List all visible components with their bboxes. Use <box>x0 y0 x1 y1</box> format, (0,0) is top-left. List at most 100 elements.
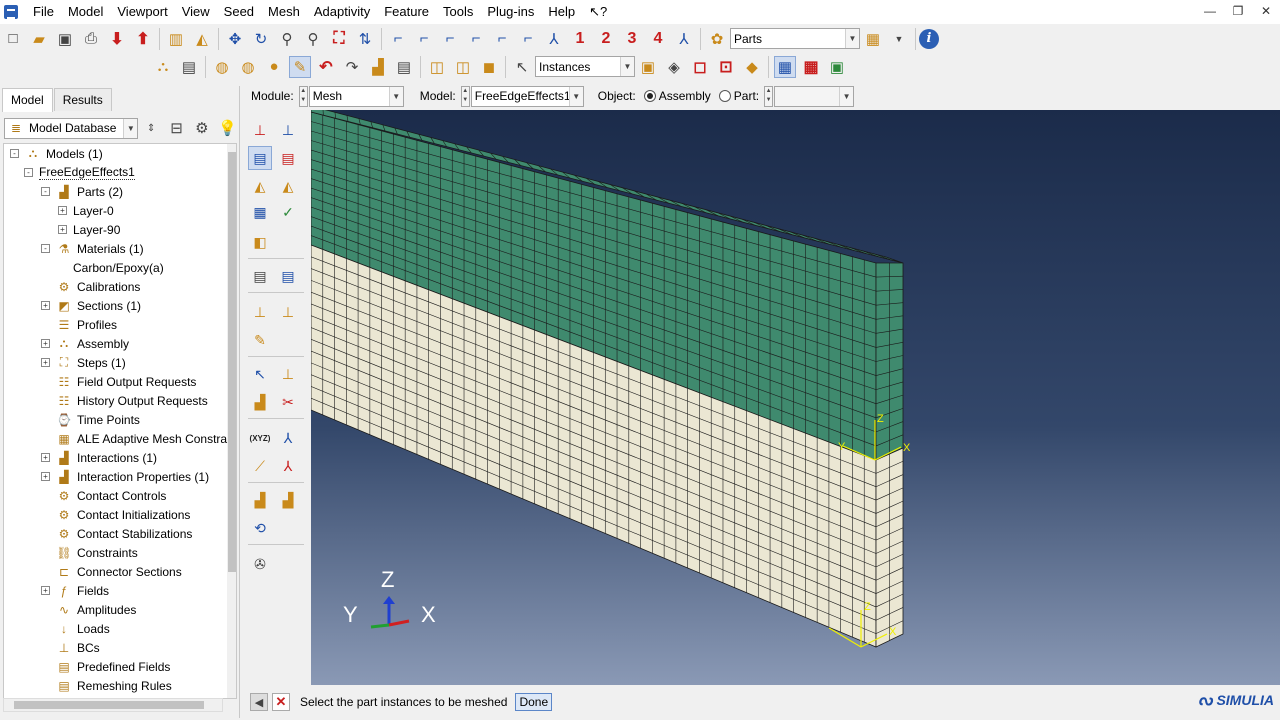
perspective-icon[interactable]: ◫ <box>426 56 448 78</box>
display-group-icon[interactable]: ▟ <box>367 56 389 78</box>
menu-file[interactable]: File <box>26 0 61 24</box>
mesh-controls-icon[interactable]: ◭ <box>248 174 272 198</box>
magnify-icon[interactable]: ⚲ <box>276 28 298 50</box>
menu-plugins[interactable]: Plug-ins <box>480 0 541 24</box>
tree-item[interactable]: + ▟ Interaction Properties (1) <box>41 467 209 486</box>
tree-item[interactable]: Carbon/Epoxy(a) <box>58 258 164 277</box>
tree-item[interactable]: - ▟ Parts (2) <box>41 182 123 201</box>
box-zoom-icon[interactable]: ⚲ <box>302 28 324 50</box>
verify-mesh-icon[interactable]: ▦ <box>248 200 272 224</box>
datum-csys-icon[interactable]: ⟋ <box>248 454 272 478</box>
menu-tools[interactable]: Tools <box>436 0 480 24</box>
create-mesh-part-icon[interactable]: ▟ <box>248 390 272 414</box>
tree-item[interactable]: - ⛬ Models (1) <box>10 144 103 163</box>
menu-feature[interactable]: Feature <box>377 0 436 24</box>
datum-axis-icon[interactable]: ⊥ <box>276 300 300 324</box>
menu-seed[interactable]: Seed <box>217 0 261 24</box>
tree-item[interactable]: ∿ Amplitudes <box>41 600 136 619</box>
highlight-icon[interactable]: ✎ <box>289 55 311 78</box>
tree-item[interactable]: ⚙ Calibrations <box>41 277 141 296</box>
solid-icon[interactable]: ◼ <box>478 56 500 78</box>
expand-icon[interactable]: + <box>41 301 50 310</box>
info-icon[interactable]: i <box>919 28 939 49</box>
tree-item[interactable]: + Layer-0 <box>58 201 114 220</box>
view-manager-icon[interactable]: ▤ <box>393 56 415 78</box>
collapse-icon[interactable]: - <box>10 149 19 158</box>
context-help-icon[interactable]: ↖? <box>582 0 614 24</box>
tree-item[interactable]: + ƒ Fields <box>41 581 109 600</box>
selection-arrow-icon[interactable]: ↖ <box>511 56 533 78</box>
print-icon[interactable]: ⎙ <box>80 28 102 50</box>
user-view-2-button[interactable]: 2 <box>595 28 617 50</box>
tools-icon[interactable]: ✇ <box>248 552 272 576</box>
lightbulb-icon[interactable]: 💡 <box>217 117 238 139</box>
expand-icon[interactable]: + <box>41 453 50 462</box>
collapse-icon[interactable]: - <box>41 187 50 196</box>
tab-results[interactable]: Results <box>53 88 112 111</box>
import-icon[interactable]: ⬇ <box>106 28 128 50</box>
tree-item[interactable]: ↓ Loads <box>41 619 110 638</box>
virtual-topology-icon[interactable]: ▤ <box>248 264 272 288</box>
auto-fit-icon[interactable]: ⛶ <box>328 28 350 50</box>
query-icon[interactable]: ⛬ <box>152 56 174 78</box>
module-spinner[interactable]: ▲ ▼ <box>298 85 308 107</box>
tree-filter-icon[interactable]: ⚙ <box>191 117 212 139</box>
tree-item[interactable]: + ◩ Sections (1) <box>41 296 141 315</box>
select-entities-icon[interactable]: ▣ <box>637 56 659 78</box>
part-spinner[interactable]: ▲ ▼ <box>764 85 774 107</box>
menu-mesh[interactable]: Mesh <box>261 0 307 24</box>
close-button[interactable]: ✕ <box>1252 0 1280 22</box>
partition-cell-icon[interactable]: ◧ <box>248 230 272 254</box>
tree-folder-icon[interactable]: ⊟ <box>166 117 187 139</box>
open-file-icon[interactable]: ▰ <box>28 28 50 50</box>
tree-item[interactable]: ▤ Predefined Fields <box>41 657 170 676</box>
exterior-edges-icon[interactable]: ▣ <box>826 56 848 78</box>
expand-icon[interactable]: + <box>58 206 67 215</box>
tree-item[interactable]: ⊥ BCs <box>41 638 100 657</box>
drag-shape-icon[interactable]: ◻ <box>689 56 711 78</box>
ruler-icon[interactable]: ▥ <box>165 28 187 50</box>
menu-viewport[interactable]: Viewport <box>110 0 174 24</box>
assign-orientation-icon[interactable]: ▟ <box>248 488 272 512</box>
create-datum-icon[interactable]: ⊥ <box>248 300 272 324</box>
color-code-select[interactable]: Parts ▼ <box>730 28 860 49</box>
tree-item[interactable]: - ⚗ Materials (1) <box>41 239 144 258</box>
tree-item[interactable]: + ▟ Interactions (1) <box>41 448 157 467</box>
back-arrow-icon[interactable]: ◀ <box>250 693 268 711</box>
expand-icon[interactable]: + <box>41 358 50 367</box>
expand-icon[interactable]: + <box>41 472 50 481</box>
check-mesh-icon[interactable]: ✓ <box>276 200 300 224</box>
tree-item[interactable]: ▤ Remeshing Rules <box>41 676 171 695</box>
user-view-3-button[interactable]: 3 <box>621 28 643 50</box>
cycle-view-icon[interactable]: ⇅ <box>354 28 376 50</box>
rotate-icon[interactable]: ↻ <box>250 28 272 50</box>
selection-filter-select[interactable]: Instances ▼ <box>535 56 635 77</box>
part-select[interactable]: ▼ <box>774 85 855 107</box>
edit-datum-icon[interactable]: ✎ <box>248 328 272 352</box>
tree-item[interactable]: ▦ ALE Adaptive Mesh Constra <box>41 429 227 448</box>
spinner-icon[interactable]: ⇕ <box>140 117 161 139</box>
csys-icon[interactable]: ⅄ <box>276 426 300 450</box>
menu-view[interactable]: View <box>175 0 217 24</box>
undo-icon[interactable]: ↶ <box>315 56 337 78</box>
scrollbar-thumb[interactable] <box>14 701 204 709</box>
mesh-part-instance-icon[interactable]: ▤ <box>248 146 272 170</box>
tree-item[interactable]: ⚙ Contact Initializations <box>41 505 191 524</box>
database-select[interactable]: ≣ Model Database ▼ <box>4 117 139 139</box>
tree-item[interactable]: ⌚ Time Points <box>41 410 140 429</box>
minimize-button[interactable]: — <box>1196 0 1224 22</box>
element-type-icon[interactable]: ◭ <box>276 174 300 198</box>
menu-adaptivity[interactable]: Adaptivity <box>307 0 377 24</box>
tree-horizontal-scrollbar[interactable] <box>3 698 223 712</box>
save-icon[interactable]: ▣ <box>54 28 76 50</box>
mesh-display-icon[interactable]: ▦ <box>774 55 796 78</box>
tree-item[interactable]: + Layer-90 <box>58 220 120 239</box>
datum-point-icon[interactable]: ⅄ <box>276 454 300 478</box>
menu-help[interactable]: Help <box>541 0 582 24</box>
user-view-4-button[interactable]: 4 <box>647 28 669 50</box>
new-file-icon[interactable]: □ <box>2 28 24 50</box>
assign-stack-icon[interactable]: ▟ <box>276 488 300 512</box>
expand-icon[interactable]: + <box>58 225 67 234</box>
maximize-button[interactable]: ❐ <box>1224 0 1252 22</box>
tree-item[interactable]: - FreeEdgeEffects1 <box>24 163 135 182</box>
